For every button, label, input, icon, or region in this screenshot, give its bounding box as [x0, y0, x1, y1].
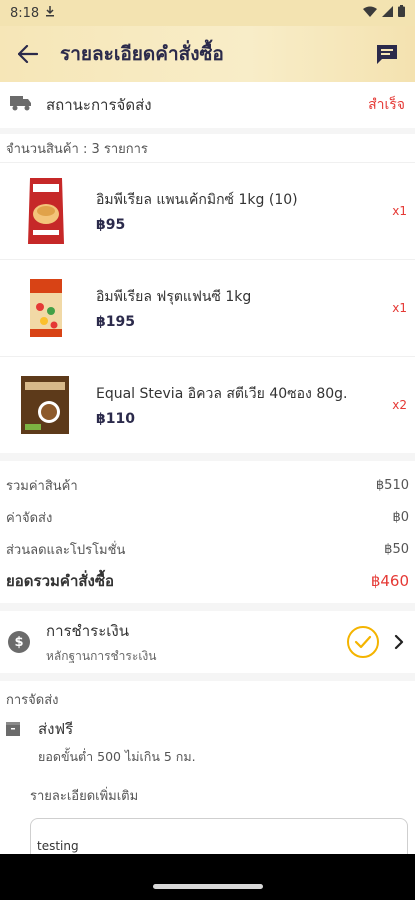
subtotal-label: รวมค่าสินค้า	[6, 478, 78, 494]
chat-icon	[377, 45, 397, 64]
list-item[interactable]: อิมพีเรียล แพนเค้กมิกซ์ 1kg (10) ฿95 x1	[0, 162, 415, 259]
payment-row[interactable]: $ การชำระเงิน หลักฐานการชำระเงิน	[0, 603, 415, 673]
discount-row: ส่วนลดและโปรโมชั่น ฿50	[6, 533, 409, 565]
back-button[interactable]	[14, 40, 42, 68]
order-summary: รวมค่าสินค้า ฿510 ค่าจัดส่ง ฿0 ส่วนลดและ…	[0, 453, 415, 603]
delivery-status-row: สถานะการจัดส่ง สำเร็จ	[0, 82, 415, 128]
subtotal-row: รวมค่าสินค้า ฿510	[6, 469, 409, 501]
chat-button[interactable]	[373, 40, 401, 68]
item-price: ฿110	[96, 411, 135, 427]
delivery-status-label: สถานะการจัดส่ง	[46, 96, 152, 114]
item-qty: x1	[392, 301, 407, 315]
app-header: รายละเอียดคำสั่งซื้อ	[0, 26, 415, 82]
check-circle-icon	[347, 626, 379, 658]
discount-label: ส่วนลดและโปรโมชั่น	[6, 542, 126, 558]
dollar-icon: $	[8, 631, 30, 653]
shipping-section: การจัดส่ง ส่งฟรี ยอดขั้นต่ำ 500 ไม่เกิน …	[0, 673, 415, 854]
item-qty: x1	[392, 204, 407, 218]
additional-details-value: testing	[37, 839, 79, 853]
order-detail-content[interactable]: สถานะการจัดส่ง สำเร็จ จำนวนสินค้า : 3 รา…	[0, 82, 415, 854]
arrow-left-icon	[18, 45, 38, 63]
additional-details-label: รายละเอียดเพิ่มเติม	[30, 789, 139, 804]
shipping-option[interactable]: ส่งฟรี ยอดขั้นต่ำ 500 ไม่เกิน 5 กม.	[6, 717, 409, 767]
shipping-fee-row: ค่าจัดส่ง ฿0	[6, 501, 409, 533]
discount-value: ฿50	[384, 541, 409, 557]
truck-icon	[10, 94, 32, 116]
item-name: อิมพีเรียล ฟรุตแฟนซี 1kg	[96, 289, 252, 305]
total-value: ฿460	[370, 572, 409, 590]
battery-icon	[398, 5, 405, 21]
order-items-list: อิมพีเรียล แพนเค้กมิกซ์ 1kg (10) ฿95 x1 …	[0, 162, 415, 453]
shipping-fee-value: ฿0	[392, 509, 409, 525]
payment-subtitle: หลักฐานการชำระเงิน	[46, 648, 157, 663]
chevron-right-icon[interactable]	[391, 634, 407, 650]
product-image-fruit-fancy	[18, 268, 74, 348]
item-count: จำนวนสินค้า : 3 รายการ	[0, 128, 415, 162]
product-image-equal-stevia	[18, 365, 74, 445]
subtotal-value: ฿510	[375, 477, 409, 493]
system-nav-bar	[0, 854, 415, 900]
payment-title: การชำระเงิน	[46, 621, 129, 640]
item-name: อิมพีเรียล แพนเค้กมิกซ์ 1kg (10)	[96, 192, 298, 208]
box-icon	[6, 721, 20, 736]
page-title: รายละเอียดคำสั่งซื้อ	[60, 43, 224, 65]
shipping-section-title: การจัดส่ง	[6, 692, 59, 708]
status-time: 8:18	[10, 5, 40, 21]
item-price: ฿195	[96, 314, 135, 330]
delivery-status-value: สำเร็จ	[368, 97, 405, 113]
signal-icon	[382, 5, 393, 21]
home-gesture-handle[interactable]	[153, 884, 263, 889]
wifi-icon	[363, 6, 377, 21]
list-item[interactable]: อิมพีเรียล ฟรุตแฟนซี 1kg ฿195 x1	[0, 259, 415, 356]
status-bar: 8:18	[0, 0, 415, 26]
item-price: ฿95	[96, 217, 126, 233]
shipping-fee-label: ค่าจัดส่ง	[6, 510, 53, 526]
item-qty: x2	[392, 398, 407, 412]
item-name: Equal Stevia อิควล สตีเวีย 40ซอง 80g.	[96, 386, 348, 402]
total-row: ยอดรวมคำสั่งซื้อ ฿460	[6, 565, 409, 597]
total-label: ยอดรวมคำสั่งซื้อ	[6, 572, 115, 590]
additional-details-field[interactable]: testing	[30, 818, 408, 854]
shipping-option-desc: ยอดขั้นต่ำ 500 ไม่เกิน 5 กม.	[38, 749, 196, 764]
notification-icon	[45, 5, 55, 21]
shipping-option-title: ส่งฟรี	[38, 720, 74, 738]
product-image-pancake-mix	[18, 171, 74, 251]
list-item[interactable]: Equal Stevia อิควล สตีเวีย 40ซอง 80g. ฿1…	[0, 356, 415, 453]
